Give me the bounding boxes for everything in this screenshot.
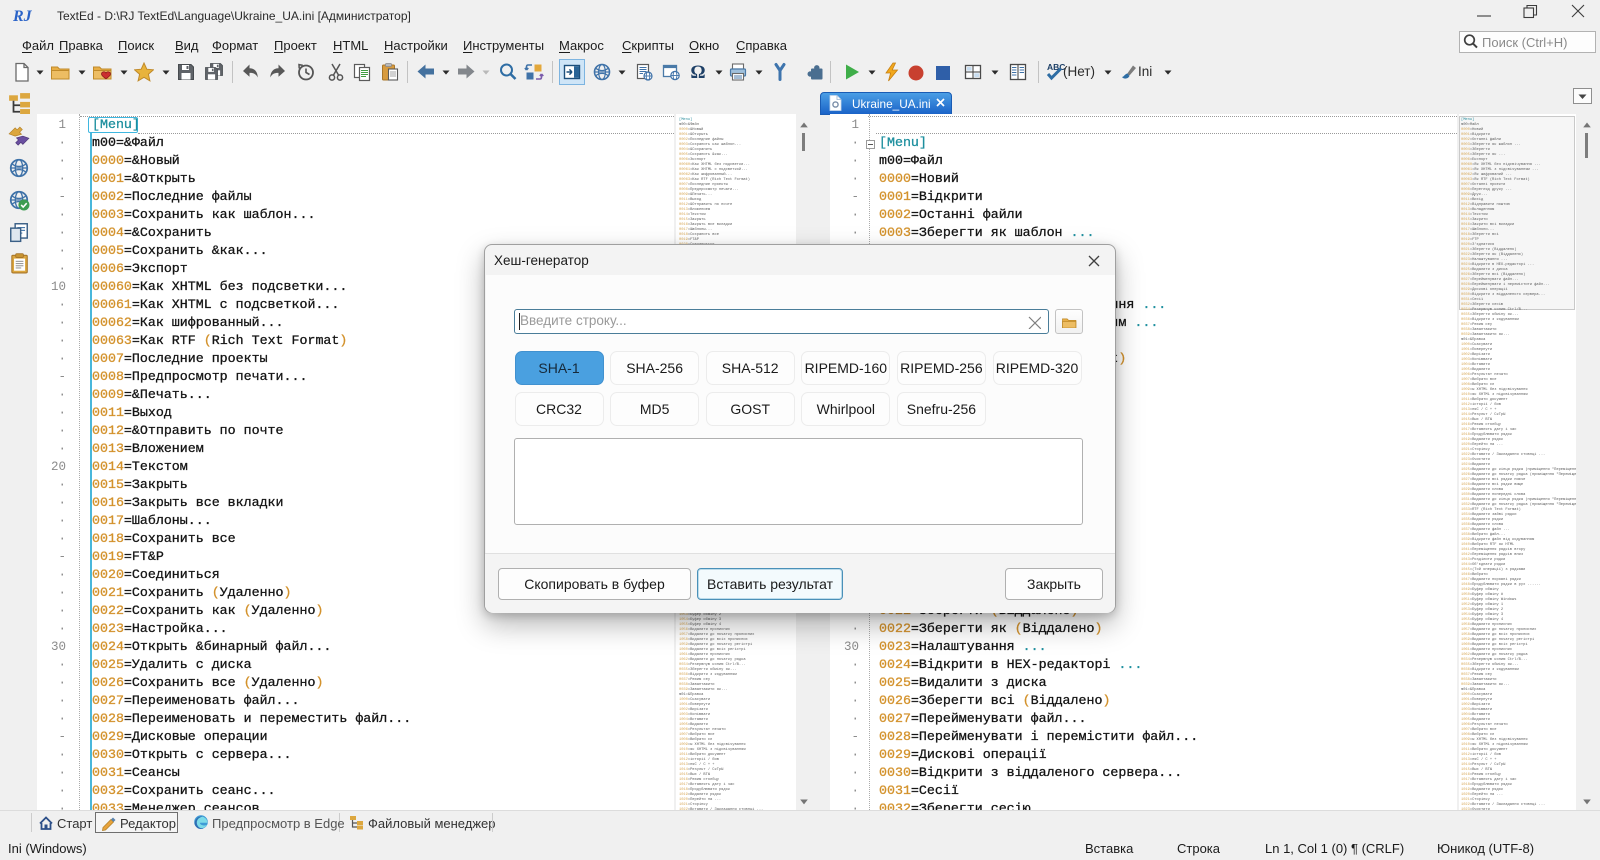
svg-text:Ω: Ω xyxy=(690,62,705,82)
svg-text:RJ: RJ xyxy=(13,8,33,25)
